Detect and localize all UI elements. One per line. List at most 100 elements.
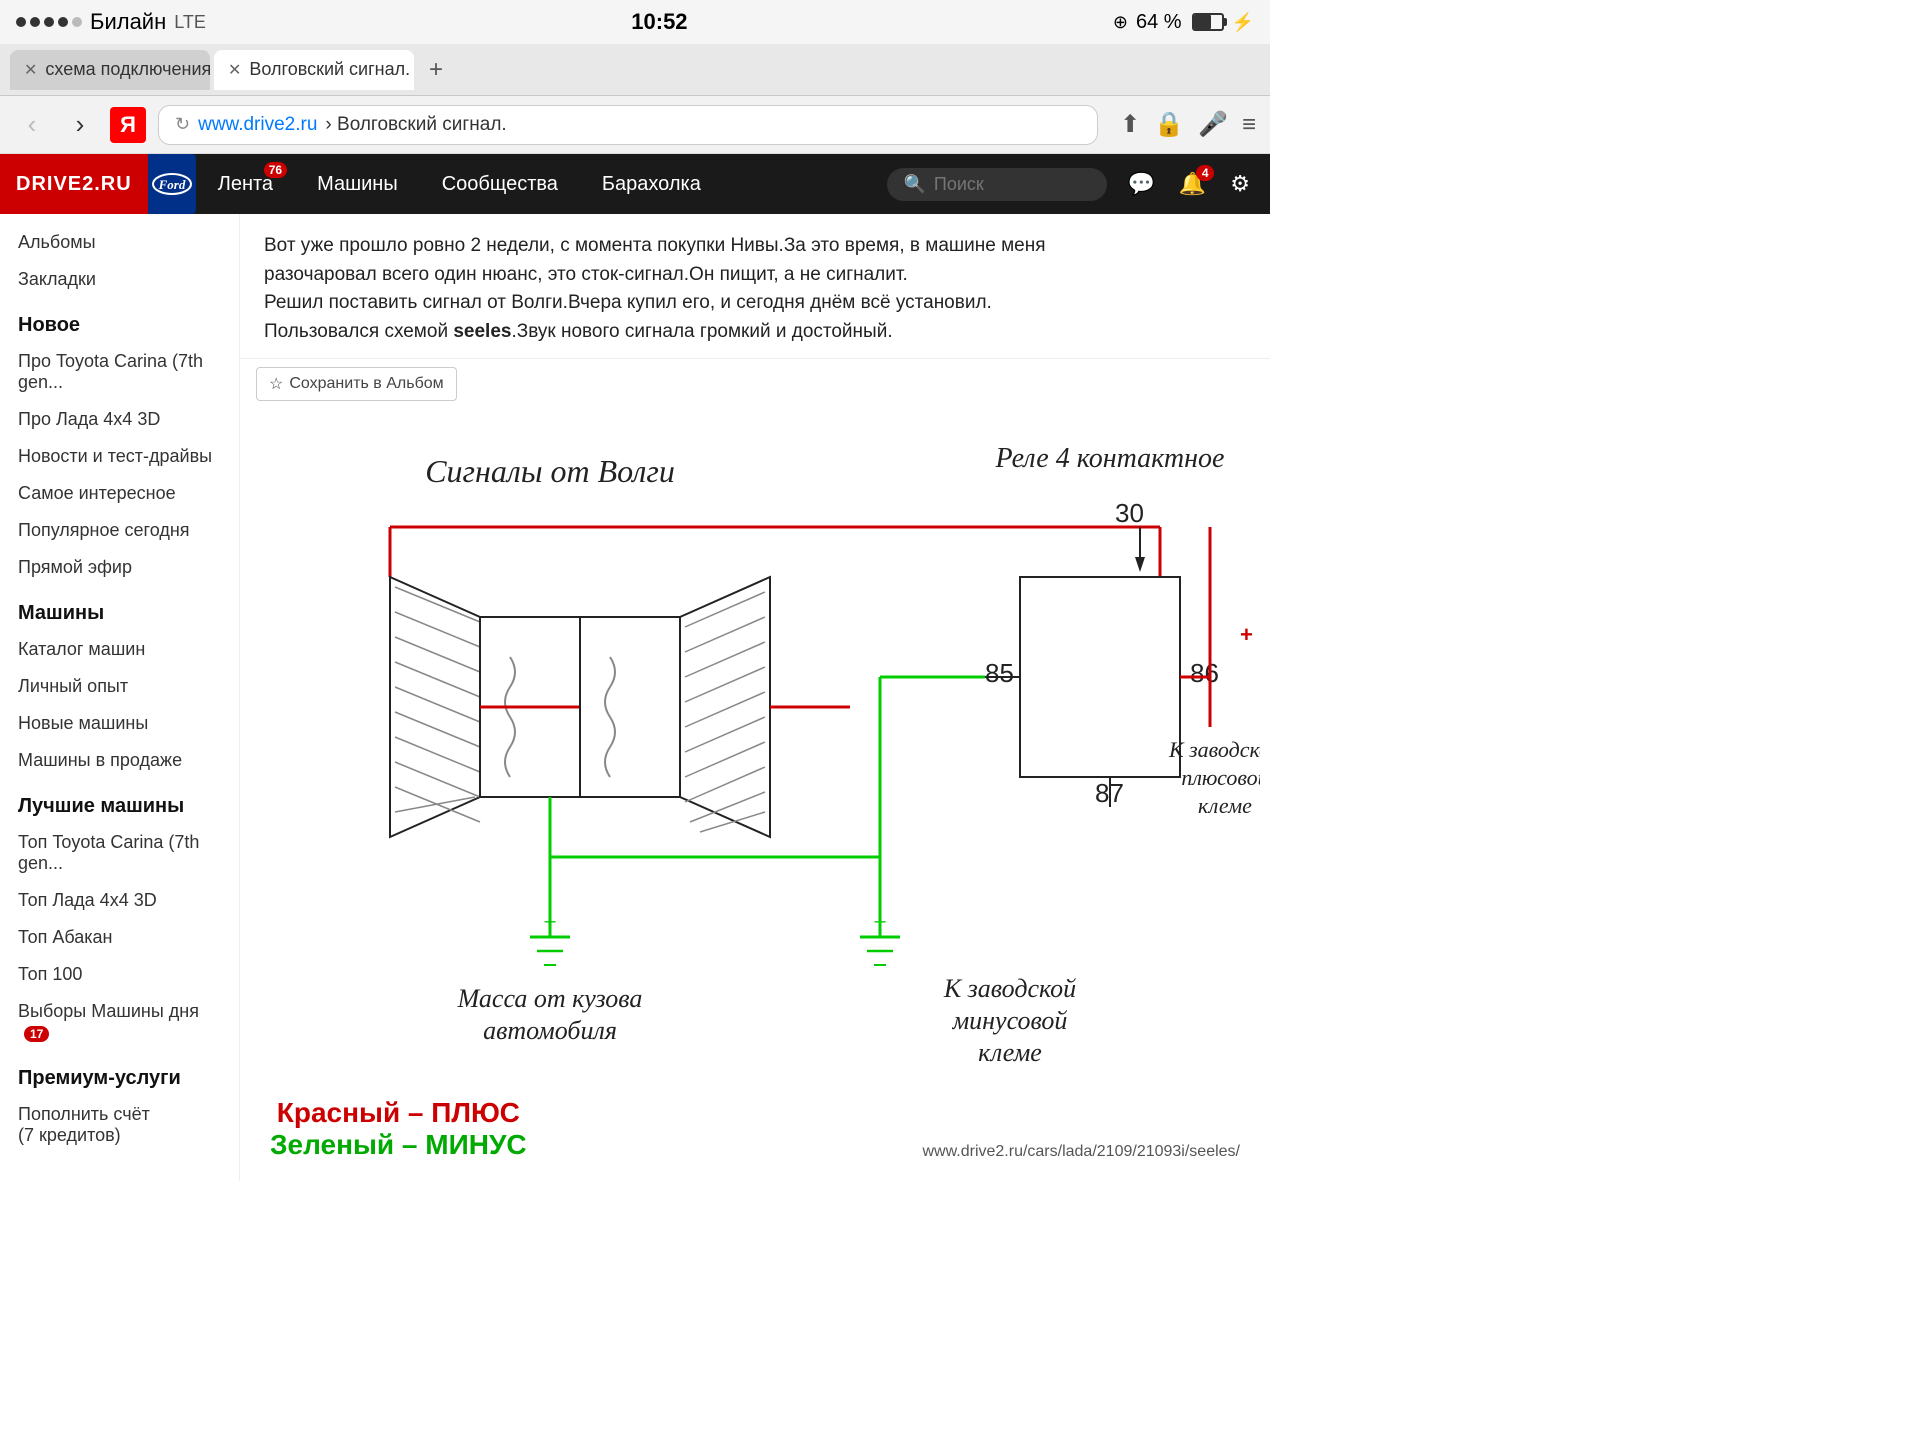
sidebar-item-albomy[interactable]: Альбомы bbox=[0, 224, 239, 261]
sidebar-item-toyota[interactable]: Про Toyota Carina (7th gen... bbox=[0, 343, 239, 401]
svg-text:+: + bbox=[1240, 622, 1253, 647]
url-bar: ‹ › Я ↻ www.drive2.ru › Волговский сигна… bbox=[0, 96, 1270, 154]
reload-icon[interactable]: ↻ bbox=[175, 114, 190, 135]
sidebar-item-lada4x4[interactable]: Про Лада 4x4 3D bbox=[0, 401, 239, 438]
nav-links: Лента 76 Машины Сообщества Барахолка bbox=[196, 154, 723, 214]
tab-add-button[interactable]: + bbox=[418, 52, 454, 88]
sidebar-item-efir[interactable]: Прямой эфир bbox=[0, 549, 239, 586]
sidebar-item-top-abakan[interactable]: Топ Абакан bbox=[0, 919, 239, 956]
save-album-area: ☆ Сохранить в Альбом bbox=[240, 359, 1270, 417]
label-plus-1: К заводской bbox=[1168, 737, 1260, 762]
label-30: 30 bbox=[1115, 498, 1144, 528]
article-text: Вот уже прошло ровно 2 недели, с момента… bbox=[240, 214, 1270, 359]
nav-link-mashiny[interactable]: Машины bbox=[295, 154, 420, 214]
sidebar-item-lichnyj[interactable]: Личный опыт bbox=[0, 668, 239, 705]
search-icon: 🔍 bbox=[903, 174, 925, 195]
network-label: LTE bbox=[174, 12, 206, 33]
label-85: 85 bbox=[985, 658, 1014, 688]
status-bar: Билайн LTE 10:52 ⊕ 64 % ⚡ bbox=[0, 0, 1270, 44]
diagram-svg: Сигналы от Волги Реле 4 контактное 30 bbox=[240, 417, 1260, 1087]
sidebar-item-popolnit[interactable]: Пополнить счёт (7 кредитов) bbox=[0, 1096, 239, 1154]
watermark-text: www.drive2.ru/cars/lada/2109/21093i/seel… bbox=[922, 1143, 1240, 1161]
tab-close-volgovsky[interactable]: ✕ bbox=[228, 60, 241, 80]
sidebar-item-novye[interactable]: Новые машины bbox=[0, 705, 239, 742]
label-minus-3: клеме bbox=[978, 1038, 1042, 1067]
content: Вот уже прошло ровно 2 недели, с момента… bbox=[240, 214, 1270, 1181]
ford-icon: Ford bbox=[148, 154, 196, 214]
svg-text:Ford: Ford bbox=[157, 177, 185, 192]
yandex-icon[interactable]: Я bbox=[110, 107, 146, 143]
legend-green-text: Зеленый – МИНУС bbox=[270, 1129, 527, 1161]
vybory-badge: 17 bbox=[24, 1026, 49, 1042]
label-plus-2: плюсовой bbox=[1181, 765, 1260, 790]
label-mass-2: автомобиля bbox=[483, 1016, 617, 1045]
tab-bar: ✕ схема подключения в... ✕ Волговский си… bbox=[0, 44, 1270, 96]
time-label: 10:52 bbox=[631, 9, 687, 35]
status-left: Билайн LTE bbox=[16, 9, 206, 35]
sidebar-item-novosti[interactable]: Новости и тест-драйвы bbox=[0, 438, 239, 475]
sidebar-item-zakldki[interactable]: Закладки bbox=[0, 261, 239, 298]
signal-dots bbox=[16, 17, 82, 27]
sidebar-item-top-lada[interactable]: Топ Лада 4x4 3D bbox=[0, 882, 239, 919]
lenta-badge: 76 bbox=[264, 162, 287, 178]
url-field[interactable]: ↻ www.drive2.ru › Волговский сигнал. bbox=[158, 105, 1098, 145]
diagram-legend: Красный – ПЛЮС Зеленый – МИНУС bbox=[270, 1097, 527, 1161]
url-icons: ⬆ 🔒 🎤 ≡ bbox=[1120, 110, 1256, 139]
label-minus-2: минусовой bbox=[952, 1006, 1068, 1035]
battery-icon bbox=[1192, 13, 1224, 31]
sidebar-item-vprodazhe[interactable]: Машины в продаже bbox=[0, 742, 239, 779]
tab-close-schema[interactable]: ✕ bbox=[24, 60, 37, 80]
forward-button[interactable]: › bbox=[62, 109, 98, 140]
main-nav: DRIVE2.RU Ford Лента 76 Машины Сообществ… bbox=[0, 154, 1270, 214]
lock-icon[interactable]: 🔒 bbox=[1154, 110, 1184, 139]
sidebar-section-luchshie: Лучшие машины bbox=[0, 779, 239, 824]
url-breadcrumb: › Волговский сигнал. bbox=[325, 114, 506, 136]
sidebar-item-populyarnoe[interactable]: Популярное сегодня bbox=[0, 512, 239, 549]
nav-search[interactable]: 🔍 bbox=[887, 168, 1107, 201]
diagram-footer: Красный – ПЛЮС Зеленый – МИНУС www.drive… bbox=[240, 1087, 1270, 1181]
tab-volgovsky[interactable]: ✕ Волговский сигнал. bbox=[214, 50, 414, 90]
diagram-title-relay: Реле 4 контактное bbox=[995, 443, 1225, 474]
label-minus-1: К заводской bbox=[943, 974, 1076, 1003]
messages-icon[interactable]: 💬 bbox=[1117, 163, 1164, 205]
sidebar-section-mashiny: Машины bbox=[0, 586, 239, 631]
search-input[interactable] bbox=[934, 174, 1092, 195]
tab-schema-label: схема подключения в... bbox=[45, 59, 210, 80]
battery-label: 64 % bbox=[1136, 11, 1182, 34]
nav-link-soobshchestva[interactable]: Сообщества bbox=[420, 154, 580, 214]
menu-icon[interactable]: ≡ bbox=[1242, 111, 1256, 139]
back-button[interactable]: ‹ bbox=[14, 109, 50, 140]
settings-icon[interactable]: ⚙ bbox=[1220, 163, 1260, 205]
url-domain: www.drive2.ru bbox=[198, 114, 317, 136]
legend-red-text: Красный – ПЛЮС bbox=[270, 1097, 527, 1129]
tab-volgovsky-label: Волговский сигнал. bbox=[249, 59, 410, 80]
sidebar-item-top-toyota[interactable]: Топ Toyota Carina (7th gen... bbox=[0, 824, 239, 882]
svg-text:–: – bbox=[874, 910, 886, 932]
sidebar-item-samoe[interactable]: Самое интересное bbox=[0, 475, 239, 512]
layout: Альбомы Закладки Новое Про Toyota Carina… bbox=[0, 214, 1270, 1181]
carrier-label: Билайн bbox=[90, 9, 166, 35]
share-icon[interactable]: ⬆ bbox=[1120, 110, 1140, 139]
sidebar-item-katalog[interactable]: Каталог машин bbox=[0, 631, 239, 668]
save-album-button[interactable]: ☆ Сохранить в Альбом bbox=[256, 367, 457, 401]
sidebar-item-vybory[interactable]: Выборы Машины дня 17 bbox=[0, 993, 239, 1051]
sidebar: Альбомы Закладки Новое Про Toyota Carina… bbox=[0, 214, 240, 1181]
nav-link-lenta[interactable]: Лента 76 bbox=[196, 154, 295, 214]
label-plus-3: клеме bbox=[1198, 793, 1252, 818]
sidebar-item-top100[interactable]: Топ 100 bbox=[0, 956, 239, 993]
save-album-label: Сохранить в Альбом bbox=[289, 375, 443, 393]
label-86: 86 bbox=[1190, 658, 1219, 688]
logo[interactable]: DRIVE2.RU bbox=[0, 154, 148, 214]
nav-icons: 💬 🔔 4 ⚙ bbox=[1107, 163, 1270, 205]
seeles-bold: seeles bbox=[453, 321, 511, 342]
label-mass-1: Масса от кузова bbox=[457, 984, 643, 1013]
mic-icon[interactable]: 🎤 bbox=[1198, 110, 1228, 139]
status-right: ⊕ 64 % ⚡ bbox=[1113, 11, 1254, 34]
nav-link-barakholka[interactable]: Барахолка bbox=[580, 154, 723, 214]
tab-schema[interactable]: ✕ схема подключения в... bbox=[10, 50, 210, 90]
sidebar-section-premium: Премиум-услуги bbox=[0, 1051, 239, 1096]
notifications-icon[interactable]: 🔔 4 bbox=[1169, 163, 1216, 205]
notifications-badge: 4 bbox=[1196, 165, 1214, 181]
svg-text:–: – bbox=[544, 910, 556, 932]
star-icon: ☆ bbox=[269, 374, 283, 394]
